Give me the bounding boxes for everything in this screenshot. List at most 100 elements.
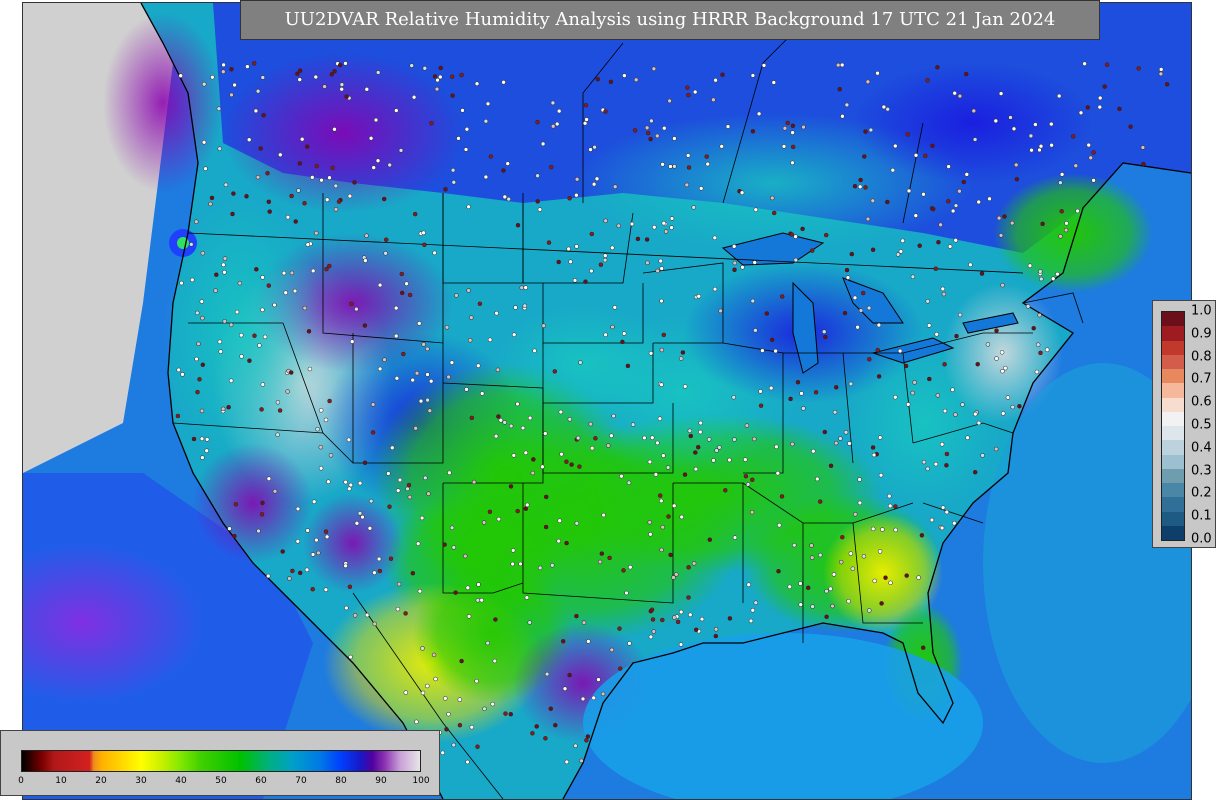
observation-marker	[229, 92, 234, 98]
observation-marker	[552, 369, 558, 374]
observation-marker	[544, 671, 550, 677]
observation-marker	[537, 565, 543, 571]
observation-marker	[790, 123, 796, 129]
observation-marker	[704, 154, 709, 159]
observation-marker	[490, 701, 495, 707]
observation-marker	[305, 242, 311, 247]
observation-marker	[657, 493, 663, 498]
observation-marker	[465, 759, 470, 765]
observation-marker	[395, 606, 401, 612]
observation-marker	[326, 479, 331, 484]
observation-marker	[178, 73, 183, 78]
observation-marker	[327, 175, 332, 180]
observation-marker	[687, 428, 693, 434]
observation-marker	[535, 119, 540, 125]
observation-marker	[511, 332, 517, 337]
observation-marker	[387, 504, 392, 509]
observation-marker	[550, 100, 556, 106]
observation-marker	[293, 219, 298, 224]
observation-marker	[574, 244, 579, 249]
observation-marker	[712, 286, 718, 292]
observation-marker	[319, 177, 324, 183]
observation-marker	[574, 613, 579, 619]
observation-marker	[732, 260, 738, 266]
observation-marker	[581, 620, 587, 625]
observation-marker	[364, 87, 370, 92]
observation-marker	[925, 78, 930, 83]
observation-marker	[194, 219, 199, 224]
observation-marker	[828, 586, 833, 592]
observation-marker	[593, 436, 598, 441]
observation-marker	[255, 174, 261, 180]
observation-marker	[332, 68, 337, 74]
observation-marker	[354, 521, 360, 526]
observation-marker	[904, 573, 909, 578]
observation-marker	[208, 201, 213, 207]
observation-marker	[912, 380, 917, 385]
observation-marker	[479, 597, 484, 603]
observation-marker	[622, 73, 627, 78]
observation-marker	[617, 666, 623, 671]
observation-marker	[513, 305, 518, 310]
observation-marker	[653, 472, 659, 477]
observation-marker	[395, 488, 401, 493]
observation-marker	[1086, 142, 1091, 148]
observation-marker	[919, 533, 925, 538]
observation-marker	[200, 250, 206, 256]
observation-marker	[669, 216, 675, 221]
observation-marker	[1003, 365, 1008, 371]
observation-marker	[659, 266, 664, 271]
observation-marker	[600, 691, 606, 697]
observation-marker	[801, 406, 806, 411]
observation-marker	[577, 464, 582, 469]
observation-marker	[327, 398, 332, 404]
observation-marker	[824, 588, 829, 594]
observation-marker	[666, 514, 671, 519]
observation-marker	[976, 420, 982, 426]
observation-marker	[464, 126, 470, 132]
observation-marker	[564, 459, 569, 464]
observation-marker	[824, 614, 829, 620]
observation-marker	[957, 93, 963, 99]
observation-marker	[543, 494, 549, 500]
observation-marker	[876, 374, 882, 379]
observation-marker	[893, 504, 898, 509]
observation-marker	[678, 356, 684, 361]
observation-marker	[327, 263, 332, 269]
observation-marker	[727, 616, 733, 621]
observation-marker	[870, 526, 876, 532]
observation-marker	[310, 552, 316, 557]
observation-marker	[438, 65, 443, 71]
observation-marker	[916, 575, 921, 580]
observation-marker	[831, 572, 837, 577]
observation-marker	[199, 408, 205, 414]
observation-marker	[1059, 172, 1065, 177]
observation-marker	[314, 163, 320, 169]
observation-marker	[713, 77, 718, 83]
observation-marker	[432, 250, 437, 256]
observation-marker	[652, 224, 657, 230]
observation-marker	[1117, 106, 1122, 112]
observation-marker	[216, 106, 222, 111]
observation-marker	[878, 472, 884, 478]
observation-marker	[659, 382, 664, 387]
observation-marker	[650, 617, 656, 622]
observation-marker	[475, 744, 480, 749]
observation-marker	[750, 477, 755, 483]
observation-marker	[266, 199, 272, 205]
observation-marker	[195, 389, 200, 395]
observation-marker	[848, 381, 854, 387]
observation-marker	[1085, 105, 1091, 110]
observation-marker	[952, 520, 957, 526]
observation-marker	[823, 334, 828, 340]
observation-marker	[913, 213, 919, 218]
observation-marker	[1014, 176, 1020, 182]
observation-marker	[686, 92, 691, 98]
observation-marker	[487, 509, 493, 515]
observation-marker	[410, 570, 416, 576]
observation-marker	[483, 174, 489, 180]
observation-marker	[364, 233, 369, 238]
observation-marker	[720, 72, 725, 77]
observation-colorbar-tick: 0.8	[1191, 349, 1212, 365]
observation-marker	[893, 527, 898, 533]
